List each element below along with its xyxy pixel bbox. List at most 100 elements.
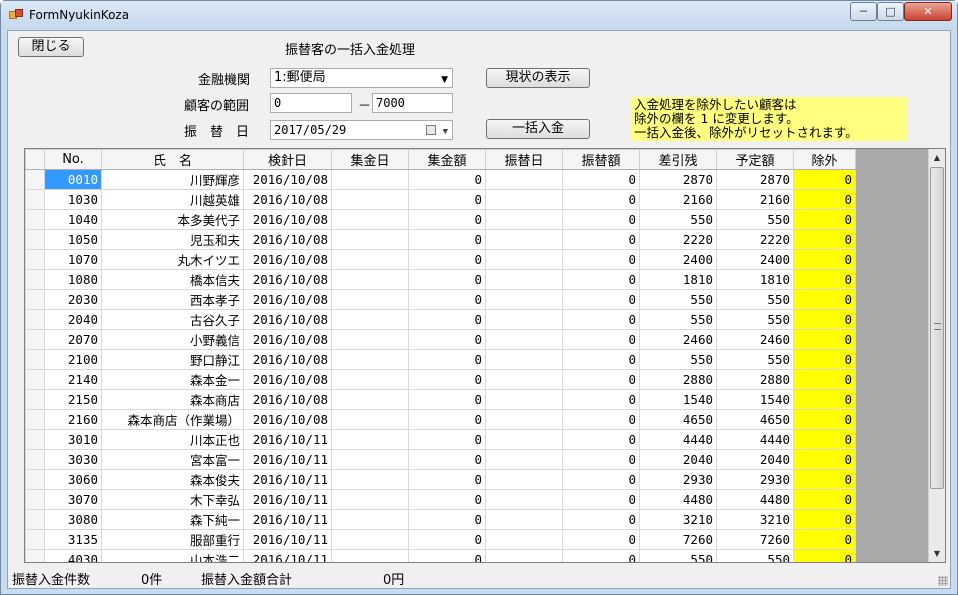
table-cell[interactable]: 小野義信 — [101, 329, 244, 350]
table-cell[interactable]: 2016/10/08 — [243, 309, 332, 330]
table-cell[interactable]: 0 — [793, 549, 856, 562]
table-cell[interactable] — [331, 169, 409, 190]
table-cell[interactable]: 0 — [562, 209, 640, 230]
table-row[interactable]: 0010 川野輝彦 2016/10/08 0 0 2870 2870 0 — [25, 169, 856, 190]
table-cell[interactable]: 0 — [562, 329, 640, 350]
table-row[interactable]: 1080 橋本信夫 2016/10/08 0 0 1810 1810 0 — [25, 269, 856, 290]
table-cell[interactable]: 川野輝彦 — [101, 169, 244, 190]
table-row[interactable]: 3030 宮本富一 2016/10/11 0 0 2040 2040 0 — [25, 449, 856, 470]
table-cell[interactable]: 2016/10/08 — [243, 209, 332, 230]
table-cell[interactable]: 2040 — [44, 309, 102, 330]
table-cell[interactable]: 森本商店（作業場） — [101, 409, 244, 430]
table-cell[interactable]: 0 — [562, 369, 640, 390]
column-header[interactable]: 除外 — [793, 149, 856, 170]
table-cell[interactable]: 4480 — [716, 489, 794, 510]
table-cell[interactable]: 550 — [716, 209, 794, 230]
row-header[interactable] — [25, 189, 45, 210]
table-cell[interactable]: 2030 — [44, 289, 102, 310]
table-cell[interactable]: 3135 — [44, 529, 102, 550]
table-cell[interactable]: 0 — [562, 529, 640, 550]
table-cell[interactable]: 2460 — [716, 329, 794, 350]
table-cell[interactable]: 森本商店 — [101, 389, 244, 410]
range-from-input[interactable]: 0 — [270, 93, 352, 113]
table-cell[interactable] — [331, 369, 409, 390]
row-header[interactable] — [25, 269, 45, 290]
table-cell[interactable]: 0010 — [44, 169, 102, 190]
table-cell[interactable]: 宮本富一 — [101, 449, 244, 470]
table-cell[interactable]: 2040 — [716, 449, 794, 470]
bulk-deposit-button[interactable]: 一括入金 — [486, 119, 590, 139]
table-cell[interactable]: 服部重行 — [101, 529, 244, 550]
table-cell[interactable]: 3080 — [44, 509, 102, 530]
table-cell[interactable]: 0 — [793, 289, 856, 310]
table-cell[interactable]: 0 — [408, 269, 486, 290]
scroll-up-icon[interactable]: ▲ — [929, 149, 945, 166]
row-header[interactable] — [25, 549, 45, 562]
table-cell[interactable]: 550 — [716, 309, 794, 330]
table-cell[interactable]: 0 — [408, 349, 486, 370]
table-cell[interactable]: 0 — [408, 469, 486, 490]
table-cell[interactable] — [485, 249, 563, 270]
table-cell[interactable]: 1810 — [716, 269, 794, 290]
row-header[interactable] — [25, 289, 45, 310]
table-cell[interactable]: 0 — [793, 269, 856, 290]
table-cell[interactable]: 0 — [562, 189, 640, 210]
table-cell[interactable]: 0 — [408, 429, 486, 450]
table-cell[interactable]: 550 — [716, 289, 794, 310]
table-cell[interactable] — [331, 449, 409, 470]
table-cell[interactable]: 2220 — [716, 229, 794, 250]
row-header[interactable] — [25, 509, 45, 530]
table-cell[interactable] — [485, 549, 563, 562]
table-cell[interactable]: 3010 — [44, 429, 102, 450]
close-window-button[interactable]: ✕ — [904, 2, 952, 21]
table-cell[interactable] — [331, 209, 409, 230]
table-cell[interactable]: 2870 — [639, 169, 717, 190]
table-cell[interactable] — [331, 229, 409, 250]
table-cell[interactable]: 0 — [793, 449, 856, 470]
table-cell[interactable]: 2016/10/08 — [243, 269, 332, 290]
table-cell[interactable]: 4440 — [716, 429, 794, 450]
row-header[interactable] — [25, 229, 45, 250]
table-cell[interactable]: 4030 — [44, 549, 102, 562]
column-header[interactable]: 集金額 — [408, 149, 486, 170]
table-cell[interactable]: 0 — [408, 489, 486, 510]
table-cell[interactable]: 2016/10/08 — [243, 169, 332, 190]
table-cell[interactable] — [485, 469, 563, 490]
table-cell[interactable]: 0 — [562, 349, 640, 370]
table-cell[interactable]: 山本浩二 — [101, 549, 244, 562]
range-to-input[interactable]: 7000 — [372, 93, 453, 113]
table-cell[interactable]: 550 — [716, 349, 794, 370]
table-cell[interactable] — [331, 309, 409, 330]
table-cell[interactable]: 1070 — [44, 249, 102, 270]
table-cell[interactable] — [485, 309, 563, 330]
table-cell[interactable] — [485, 169, 563, 190]
table-cell[interactable]: 2460 — [639, 329, 717, 350]
table-row[interactable]: 2100 野口静江 2016/10/08 0 0 550 550 0 — [25, 349, 856, 370]
table-row[interactable]: 1030 川越英雄 2016/10/08 0 0 2160 2160 0 — [25, 189, 856, 210]
table-cell[interactable] — [485, 409, 563, 430]
table-cell[interactable]: 2400 — [639, 249, 717, 270]
row-header[interactable] — [25, 309, 45, 330]
table-row[interactable]: 3135 服部重行 2016/10/11 0 0 7260 7260 0 — [25, 529, 856, 550]
table-cell[interactable]: 2016/10/08 — [243, 369, 332, 390]
table-cell[interactable]: 0 — [562, 549, 640, 562]
table-cell[interactable]: 550 — [639, 309, 717, 330]
resize-grip-icon[interactable] — [938, 576, 948, 586]
column-header[interactable]: 差引残 — [639, 149, 717, 170]
row-header[interactable] — [25, 209, 45, 230]
column-header[interactable]: 氏 名 — [101, 149, 244, 170]
table-cell[interactable] — [485, 489, 563, 510]
table-cell[interactable]: 0 — [408, 249, 486, 270]
table-cell[interactable]: 川越英雄 — [101, 189, 244, 210]
table-cell[interactable]: 2160 — [639, 189, 717, 210]
table-cell[interactable]: 0 — [408, 229, 486, 250]
table-cell[interactable]: 0 — [562, 269, 640, 290]
table-cell[interactable]: 野口静江 — [101, 349, 244, 370]
table-cell[interactable]: 2016/10/08 — [243, 229, 332, 250]
close-button[interactable]: 閉じる — [18, 37, 84, 57]
table-row[interactable]: 3070 木下幸弘 2016/10/11 0 0 4480 4480 0 — [25, 489, 856, 510]
transfer-date-picker[interactable]: 2017/05/29 ▼ — [270, 120, 453, 140]
table-cell[interactable] — [331, 349, 409, 370]
table-cell[interactable]: 0 — [562, 429, 640, 450]
vertical-scrollbar[interactable]: ▲ ▼ — [928, 149, 945, 562]
